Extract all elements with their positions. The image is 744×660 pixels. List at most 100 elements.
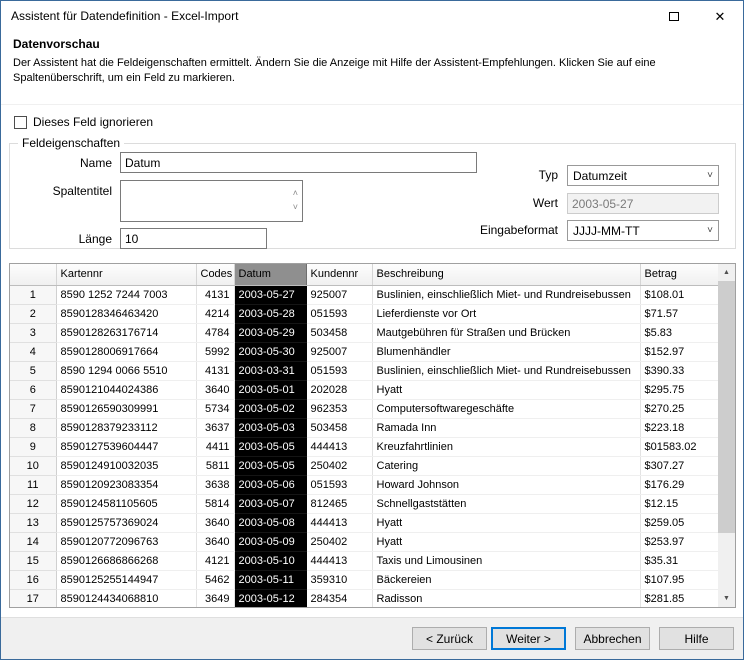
cell: 284354 xyxy=(306,589,372,608)
cancel-button[interactable]: Abbrechen xyxy=(575,627,650,650)
scrollbar-thumb[interactable] xyxy=(718,281,735,533)
cell: 5734 xyxy=(196,399,234,418)
cell: 2003-05-29 xyxy=(234,323,306,342)
cell: 444413 xyxy=(306,513,372,532)
cell: 2003-05-10 xyxy=(234,551,306,570)
table-row: 17859012443406881036492003-05-12284354Ra… xyxy=(10,589,718,608)
row-number-cell: 15 xyxy=(10,551,56,570)
cell: 2003-05-09 xyxy=(234,532,306,551)
column-header-codes[interactable]: Codes xyxy=(196,264,234,285)
name-input[interactable] xyxy=(120,152,477,173)
cell: $253.97 xyxy=(640,532,718,551)
cell: 051593 xyxy=(306,361,372,380)
table-row: 58590 1294 0066 551041312003-03-31051593… xyxy=(10,361,718,380)
table-row: 7859012659030999157342003-05-02962353Com… xyxy=(10,399,718,418)
ignore-field-checkbox[interactable]: Dieses Feld ignorieren xyxy=(14,115,153,129)
checkbox-icon[interactable] xyxy=(14,116,27,129)
type-label: Typ xyxy=(438,168,558,182)
cell: Howard Johnson xyxy=(372,475,640,494)
cell: 2003-05-05 xyxy=(234,456,306,475)
cell: Mautgebühren für Straßen und Brücken xyxy=(372,323,640,342)
cell: 2003-05-28 xyxy=(234,304,306,323)
maximize-button[interactable] xyxy=(651,1,697,31)
scroll-up-icon: ▲ xyxy=(723,269,730,276)
cell: 359310 xyxy=(306,570,372,589)
input-format-value: JJJJ-MM-TT xyxy=(573,224,640,238)
row-number-cell: 17 xyxy=(10,589,56,608)
back-button[interactable]: < Zurück xyxy=(412,627,487,650)
cell: 2003-05-07 xyxy=(234,494,306,513)
cell: Taxis und Limousinen xyxy=(372,551,640,570)
cell: 2003-05-12 xyxy=(234,589,306,608)
cell: 250402 xyxy=(306,532,372,551)
header-divider xyxy=(1,104,743,105)
cell: Blumenhändler xyxy=(372,342,640,361)
spin-down-icon[interactable]: ˅ xyxy=(293,203,298,212)
close-button[interactable]: ✕ xyxy=(697,1,743,31)
column-header-datum[interactable]: Datum xyxy=(234,264,306,285)
help-button[interactable]: Hilfe xyxy=(659,627,734,650)
cell: 8590128263176714 xyxy=(56,323,196,342)
cell: 2003-05-30 xyxy=(234,342,306,361)
row-number-cell: 8 xyxy=(10,418,56,437)
table-row: 3859012826317671447842003-05-29503458Mau… xyxy=(10,323,718,342)
cell: 503458 xyxy=(306,418,372,437)
name-label: Name xyxy=(10,156,112,170)
cell: 444413 xyxy=(306,437,372,456)
table-row: 11859012092308335436382003-05-06051593Ho… xyxy=(10,475,718,494)
column-header-beschreibung[interactable]: Beschreibung xyxy=(372,264,640,285)
column-title-label: Spaltentitel xyxy=(10,184,112,198)
cell: 4411 xyxy=(196,437,234,456)
scroll-down-icon: ▼ xyxy=(723,595,730,602)
cell: 444413 xyxy=(306,551,372,570)
length-input[interactable] xyxy=(120,228,267,249)
cell: $108.01 xyxy=(640,285,718,304)
scroll-down-button[interactable]: ▼ xyxy=(718,590,735,607)
cell: 8590128006917664 xyxy=(56,342,196,361)
cell: $295.75 xyxy=(640,380,718,399)
row-number-cell: 2 xyxy=(10,304,56,323)
value-field xyxy=(567,193,719,214)
table-row: 9859012753960444744112003-05-05444413Kre… xyxy=(10,437,718,456)
grid-header-row: KartennrCodesDatumKundennrBeschreibungBe… xyxy=(10,264,718,285)
cell: 8590 1294 0066 5510 xyxy=(56,361,196,380)
spin-up-icon[interactable]: ˄ xyxy=(293,189,298,198)
table-row: 4859012800691766459922003-05-30925007Blu… xyxy=(10,342,718,361)
cell: 5992 xyxy=(196,342,234,361)
row-number-cell: 16 xyxy=(10,570,56,589)
column-header-betrag[interactable]: Betrag xyxy=(640,264,718,285)
cell: 2003-05-06 xyxy=(234,475,306,494)
table-row: 13859012575736902436402003-05-08444413Hy… xyxy=(10,513,718,532)
table-row: 10859012491003203558112003-05-05250402Ca… xyxy=(10,456,718,475)
type-dropdown[interactable]: Datumzeit ˅ xyxy=(567,165,719,186)
cell: 4121 xyxy=(196,551,234,570)
cell: 5814 xyxy=(196,494,234,513)
vertical-scrollbar[interactable]: ▲ ▼ xyxy=(718,264,735,607)
column-header-kartennr[interactable]: Kartennr xyxy=(56,264,196,285)
column-header-rownum[interactable] xyxy=(10,264,56,285)
cell: 925007 xyxy=(306,285,372,304)
titlebar-buttons: ✕ xyxy=(651,1,743,31)
length-label: Länge xyxy=(10,232,112,246)
column-title-input[interactable]: ˄ ˅ xyxy=(120,180,303,222)
cell: 812465 xyxy=(306,494,372,513)
table-row: 15859012668686626841212003-05-10444413Ta… xyxy=(10,551,718,570)
cell: Hyatt xyxy=(372,532,640,551)
grid-body: 18590 1252 7244 700341312003-05-27925007… xyxy=(10,285,718,608)
type-value: Datumzeit xyxy=(573,169,627,183)
cell: $12.15 xyxy=(640,494,718,513)
cell: 8590128346463420 xyxy=(56,304,196,323)
column-header-kundennr[interactable]: Kundennr xyxy=(306,264,372,285)
next-button[interactable]: Weiter > xyxy=(491,627,566,650)
cell: $176.29 xyxy=(640,475,718,494)
table-row: 2859012834646342042142003-05-28051593Lie… xyxy=(10,304,718,323)
cell: 5811 xyxy=(196,456,234,475)
cell: 5462 xyxy=(196,570,234,589)
cell: 2003-05-27 xyxy=(234,285,306,304)
cell: $107.95 xyxy=(640,570,718,589)
cell: 250402 xyxy=(306,456,372,475)
scroll-up-button[interactable]: ▲ xyxy=(718,264,735,281)
cell: 3638 xyxy=(196,475,234,494)
table-row: 12859012458110560558142003-05-07812465Sc… xyxy=(10,494,718,513)
input-format-dropdown[interactable]: JJJJ-MM-TT ˅ xyxy=(567,220,719,241)
